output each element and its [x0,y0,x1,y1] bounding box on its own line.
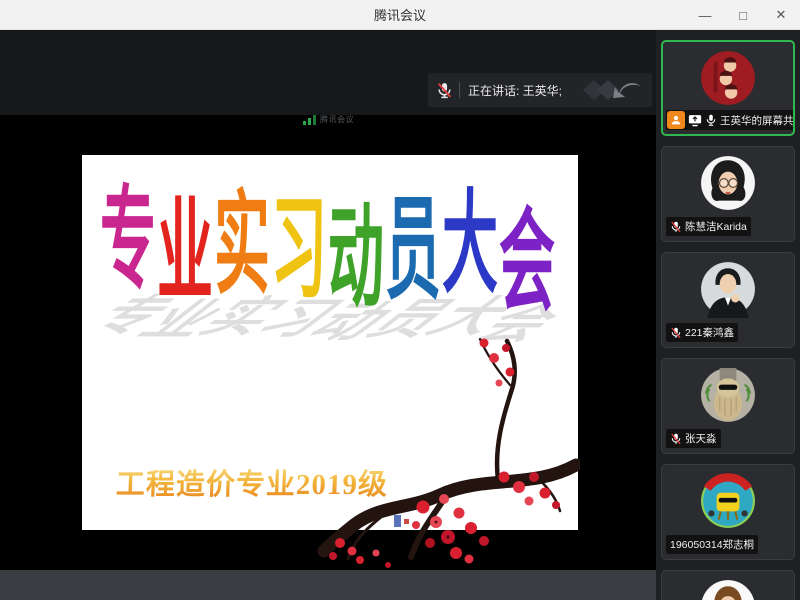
host-badge [667,111,685,129]
speaking-indicator-bar: 正在讲话: 王英华; [428,73,652,107]
tencent-meeting-window: 腾讯会议 — □ ✕ 专业实习动员大会 专业实习动员大会 工程造价专业2019级 [0,0,800,600]
avatar [699,472,757,530]
avatar [699,154,757,212]
avatar [699,49,757,107]
participant-name: 王英华的屏幕共享 [720,113,795,128]
participant-tile[interactable]: 陈慧洁Karida [661,146,795,242]
tile-status-row: 张天淼 [666,429,721,448]
participant-name: 196050314郑志桐 [670,537,754,552]
watermark-logo-icons [582,77,644,103]
slide-title-wrap: 专业实习动员大会 专业实习动员大会 [100,185,560,335]
participant-name: 221秦鸿鑫 [685,325,734,340]
tile-status-row: 陈慧洁Karida [666,217,751,236]
painting-seal-red [404,519,409,524]
watermark-label: 腾讯会议 [320,114,354,125]
reply-arrow-icon [613,83,641,98]
title-char: 实 [214,190,243,302]
title-char: 专 [100,185,129,297]
divider [459,82,460,98]
avatar [699,260,757,318]
maximize-button[interactable]: □ [724,0,762,30]
avatar [699,366,757,424]
blossom-cluster-top-twig [480,339,515,387]
window-controls: — □ ✕ [686,0,800,30]
screen-share-area: 专业实习动员大会 专业实习动员大会 工程造价专业2019级 [0,115,656,570]
blossom-cluster-left-tip [329,538,391,568]
title-char: 习 [271,194,300,306]
title-bar: 腾讯会议 — □ ✕ [0,0,800,30]
screen-share-icon [688,114,702,127]
signal-bars-icon [303,115,317,125]
tile-status-row: 王英华的屏幕共享 [666,110,795,130]
tile-status-row: 221秦鸿鑫 [666,323,738,342]
avatar [699,578,757,600]
mic-muted-icon [670,327,682,339]
participant-name: 陈慧洁Karida [685,219,747,234]
title-char: 大 [442,189,471,301]
mic-muted-icon [436,82,453,99]
participant-name: 张天淼 [685,431,717,446]
close-button[interactable]: ✕ [762,0,800,30]
mic-muted-icon [670,221,682,233]
participants-sidebar: 王英华的屏幕共享 陈慧洁Karida [656,30,800,600]
bottom-strip [0,570,656,600]
person-icon [670,114,682,126]
title-char: 业 [157,197,186,309]
speaking-label: 正在讲话: 王英华; [468,82,582,99]
title-char: 会 [499,207,528,319]
participant-tile[interactable]: 张天淼 [661,358,795,454]
mic-on-icon [705,114,717,126]
participant-tile-partial[interactable] [661,570,795,600]
title-char: 动 [328,203,357,315]
window-title: 腾讯会议 [374,5,426,24]
presentation-slide: 专业实习动员大会 专业实习动员大会 工程造价专业2019级 [82,155,578,530]
painting-seal [394,515,401,527]
participant-tile[interactable]: 221秦鸿鑫 [661,252,795,348]
mic-muted-icon [670,433,682,445]
slide-title: 专业实习动员大会 [100,185,556,297]
minimize-button[interactable]: — [686,0,724,30]
participant-tile-sharing[interactable]: 王英华的屏幕共享 [661,40,795,136]
title-char: 员 [385,195,414,307]
tile-status-row: 196050314郑志桐 [666,535,758,554]
network-indicator: 腾讯会议 [303,114,354,125]
main-stage: 专业实习动员大会 专业实习动员大会 工程造价专业2019级 [0,30,656,600]
plum-blossom-artwork [298,327,580,573]
participant-tile[interactable]: 196050314郑志桐 [661,464,795,560]
